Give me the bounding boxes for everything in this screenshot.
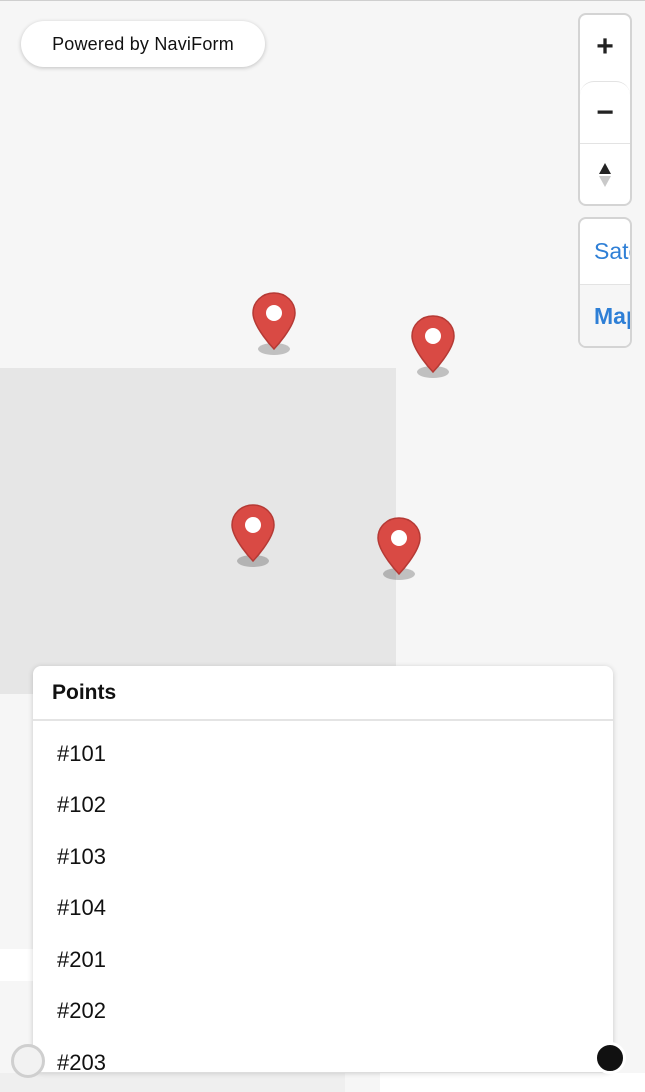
zoom-in-button[interactable]: + bbox=[580, 15, 630, 78]
map-marker[interactable] bbox=[229, 503, 277, 569]
map-label: Map bbox=[594, 303, 630, 329]
compass-button[interactable] bbox=[580, 143, 630, 204]
point-item[interactable]: #103 bbox=[33, 831, 613, 883]
map-marker[interactable] bbox=[375, 516, 423, 582]
point-item[interactable]: #104 bbox=[33, 883, 613, 935]
satellite-label: Satellite bbox=[594, 237, 630, 264]
compass-north-icon bbox=[599, 163, 611, 174]
points-list: #101 #102 #103 #104 #201 #202 #203 bbox=[33, 721, 613, 1072]
satellite-button[interactable]: Satellite bbox=[580, 219, 630, 283]
map-ground-right bbox=[380, 1073, 645, 1092]
map-marker[interactable] bbox=[409, 314, 457, 380]
map-ground-left bbox=[0, 1073, 345, 1092]
point-item[interactable]: #101 bbox=[33, 728, 613, 780]
minus-icon: − bbox=[596, 96, 614, 129]
point-item[interactable]: #203 bbox=[33, 1037, 613, 1072]
points-panel: Points #101 #102 #103 #104 #201 #202 #20… bbox=[33, 666, 613, 1072]
attribution-badge[interactable]: Powered by NaviForm bbox=[21, 21, 265, 67]
attribution-label: Powered by NaviForm bbox=[52, 33, 234, 54]
zoom-controls: + − bbox=[578, 13, 632, 206]
plus-icon: + bbox=[596, 29, 614, 63]
map-type-controls: Satellite Map bbox=[578, 217, 632, 348]
zoom-out-button[interactable]: − bbox=[580, 81, 630, 144]
map-marker[interactable] bbox=[250, 291, 298, 357]
map-road-strip bbox=[0, 949, 34, 981]
info-icon[interactable] bbox=[594, 1042, 626, 1074]
point-item[interactable]: #102 bbox=[33, 780, 613, 832]
compass-south-icon bbox=[599, 176, 611, 187]
map-building-area bbox=[0, 368, 396, 694]
points-panel-title: Points bbox=[33, 666, 613, 721]
point-item[interactable]: #202 bbox=[33, 986, 613, 1038]
point-item[interactable]: #201 bbox=[33, 934, 613, 986]
map-logo-icon[interactable] bbox=[11, 1044, 45, 1078]
map-button[interactable]: Map bbox=[580, 284, 630, 346]
